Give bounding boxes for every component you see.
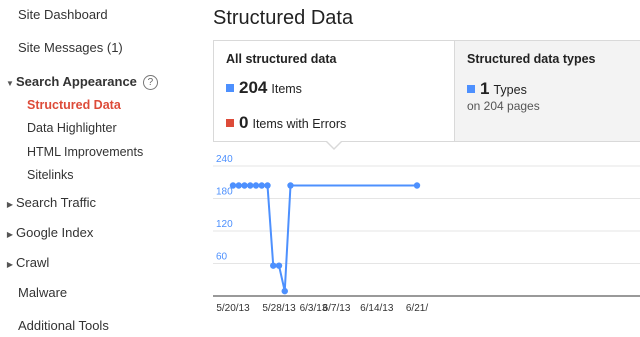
data-point — [270, 262, 277, 269]
items-count: 204 — [239, 78, 268, 97]
y-tick-label: 120 — [216, 219, 233, 230]
x-tick-label: 6/14/13 — [360, 303, 394, 314]
sidebar-item-label: Search Appearance — [16, 74, 137, 89]
sidebar-item-label: HTML Improvements — [27, 145, 144, 159]
items-over-time-chart: 240 180 120 60 5/20/13 5/28/13 6/3/13 6/7/13 6/1… — [213, 152, 640, 337]
sidebar-item-site-dashboard[interactable]: Site Dashboard — [18, 7, 108, 22]
all-structured-data-card[interactable]: All structured data 204 Items 0 Items with… — [214, 41, 454, 150]
data-point — [413, 182, 421, 189]
x-tick-label: 6/7/13 — [323, 303, 351, 314]
data-point — [241, 182, 248, 189]
data-point — [264, 182, 271, 189]
types-metric: 1 Types — [467, 79, 527, 99]
sidebar-item-label: Search Traffic — [16, 195, 96, 210]
series-line — [233, 184, 417, 292]
triangle-right-icon: ▶ — [6, 260, 14, 269]
card-title: Structured data types — [467, 52, 596, 66]
sidebar-item-label: Google Index — [16, 225, 94, 240]
data-point — [287, 182, 294, 189]
structured-data-types-card[interactable]: Structured data types 1 Types on 204 page… — [454, 41, 640, 141]
y-tick-label: 240 — [216, 154, 233, 165]
errors-metric: 0 Items with Errors — [226, 113, 346, 133]
x-tick-label: 6/21/ — [406, 303, 428, 314]
y-tick-label: 60 — [216, 252, 228, 263]
sidebar-item-search-traffic[interactable]: ▶ Search Traffic — [4, 195, 96, 210]
triangle-right-icon: ▶ — [6, 200, 14, 209]
pages-text: on 204 pages — [467, 99, 540, 113]
sidebar-item-additional-tools[interactable]: Additional Tools — [18, 318, 109, 333]
page-title: Structured Data — [213, 7, 354, 29]
chart-svg: 240180120605/20/13 5/28/13 6/3/136/7/13 6/1… — [213, 154, 640, 314]
y-tick-label: 180 — [216, 187, 233, 198]
sidebar-item-sitelinks[interactable]: Sitelinks — [27, 168, 74, 182]
summary-panel: All structured data 204 Items 0 Items with… — [213, 40, 640, 150]
sidebar-item-site-messages[interactable]: Site Messages (1) — [18, 40, 123, 55]
blue-square-icon — [226, 84, 234, 92]
sidebar-item-label: Additional Tools — [18, 318, 109, 333]
sidebar-item-label: Structured Data — [27, 98, 121, 112]
items-metric: 204 Items — [226, 78, 302, 98]
sidebar-item-crawl[interactable]: ▶ Crawl — [4, 255, 49, 270]
x-tick-label: 5/20/13 — [216, 303, 250, 314]
data-point — [281, 287, 288, 295]
errors-count: 0 — [239, 113, 249, 132]
red-square-icon — [226, 119, 234, 127]
main-content: Structured Data All structured data 204 I… — [213, 0, 640, 337]
sidebar-item-html-improvements[interactable]: HTML Improvements — [27, 145, 143, 159]
sidebar-item-data-highlighter[interactable]: Data Highlighter — [27, 121, 117, 135]
triangle-right-icon: ▶ — [6, 230, 14, 239]
data-point — [235, 182, 242, 189]
selected-pointer-fill — [326, 140, 342, 148]
data-point — [252, 182, 260, 189]
card-title: All structured data — [226, 52, 337, 66]
sidebar-item-label: Crawl — [16, 255, 50, 270]
sidebar-item-search-appearance[interactable]: ▼ Search Appearance? — [4, 74, 158, 90]
items-label: Items — [271, 82, 302, 96]
sidebar-item-label: Site Dashboard — [18, 7, 108, 22]
sidebar-item-label: Site Messages (1) — [18, 40, 123, 55]
blue-square-icon — [467, 85, 475, 93]
sidebar-item-google-index[interactable]: ▶ Google Index — [4, 225, 93, 240]
sidebar-item-label: Data Highlighter — [27, 121, 117, 135]
errors-label: Items with Errors — [252, 117, 347, 131]
data-point — [258, 182, 265, 189]
sidebar-item-malware[interactable]: Malware — [18, 285, 67, 300]
sidebar-nav: Site Dashboard Site Messages (1) ▼ Search… — [0, 0, 200, 337]
types-label: Types — [493, 83, 527, 97]
help-icon[interactable]: ? — [142, 75, 158, 90]
data-point — [229, 182, 237, 189]
types-count: 1 — [480, 79, 490, 98]
sidebar-item-structured-data[interactable]: Structured Data — [27, 98, 121, 112]
triangle-down-icon: ▼ — [6, 79, 14, 88]
x-tick-label: 5/28/13 — [262, 303, 296, 314]
sidebar-item-label: Sitelinks — [27, 168, 74, 182]
sidebar-item-label: Malware — [18, 285, 68, 300]
data-point — [275, 262, 283, 269]
data-point — [247, 182, 254, 189]
